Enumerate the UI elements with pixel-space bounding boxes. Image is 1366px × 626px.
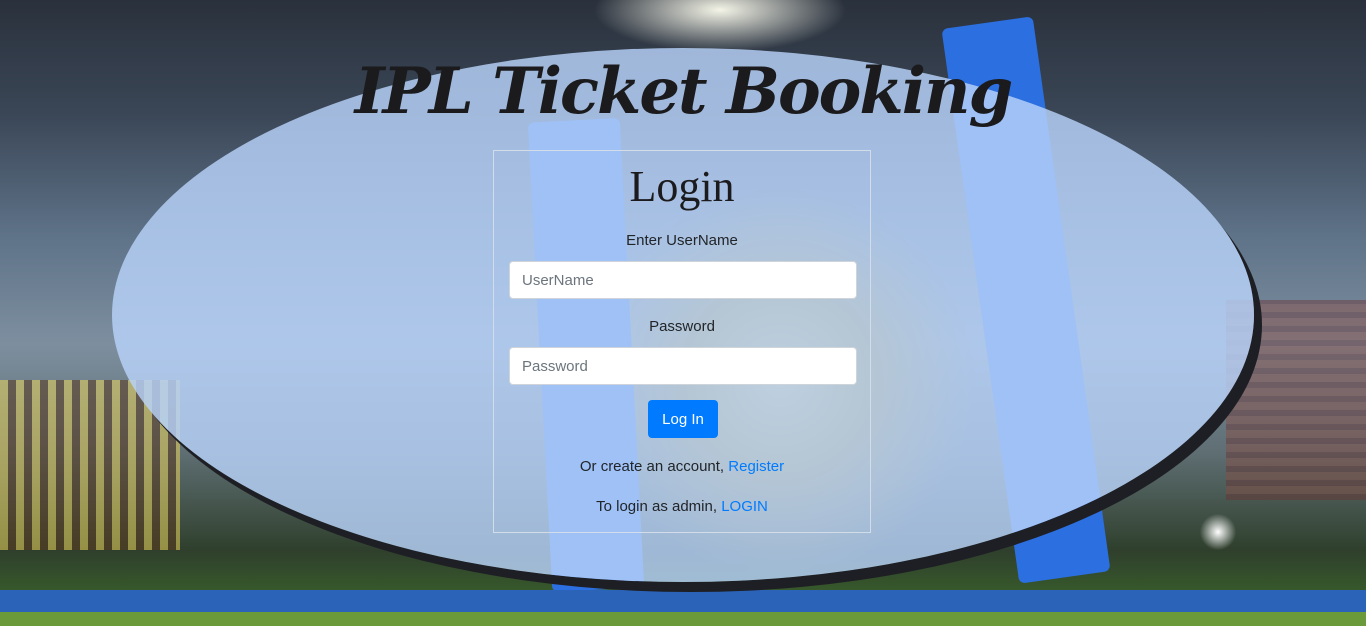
password-input[interactable] (509, 347, 857, 385)
username-input[interactable] (509, 261, 857, 299)
site-title: IPL Ticket Booking (354, 54, 1014, 129)
admin-prompt-text: To login as admin, (596, 498, 718, 515)
login-form: Login Enter UserName Password Log In Or … (493, 150, 871, 533)
login-button[interactable]: Log In (648, 400, 718, 438)
register-prompt: Or create an account, Register (494, 458, 870, 475)
register-link[interactable]: Register (728, 458, 784, 475)
admin-login-prompt: To login as admin, LOGIN (494, 498, 870, 515)
field-grass (0, 612, 1366, 626)
username-label: Enter UserName (626, 232, 738, 249)
login-heading: Login (629, 162, 735, 211)
boundary-banner (0, 590, 1366, 612)
register-prompt-text: Or create an account, (579, 458, 725, 475)
password-label: Password (649, 318, 715, 335)
admin-login-link[interactable]: LOGIN (721, 498, 768, 515)
